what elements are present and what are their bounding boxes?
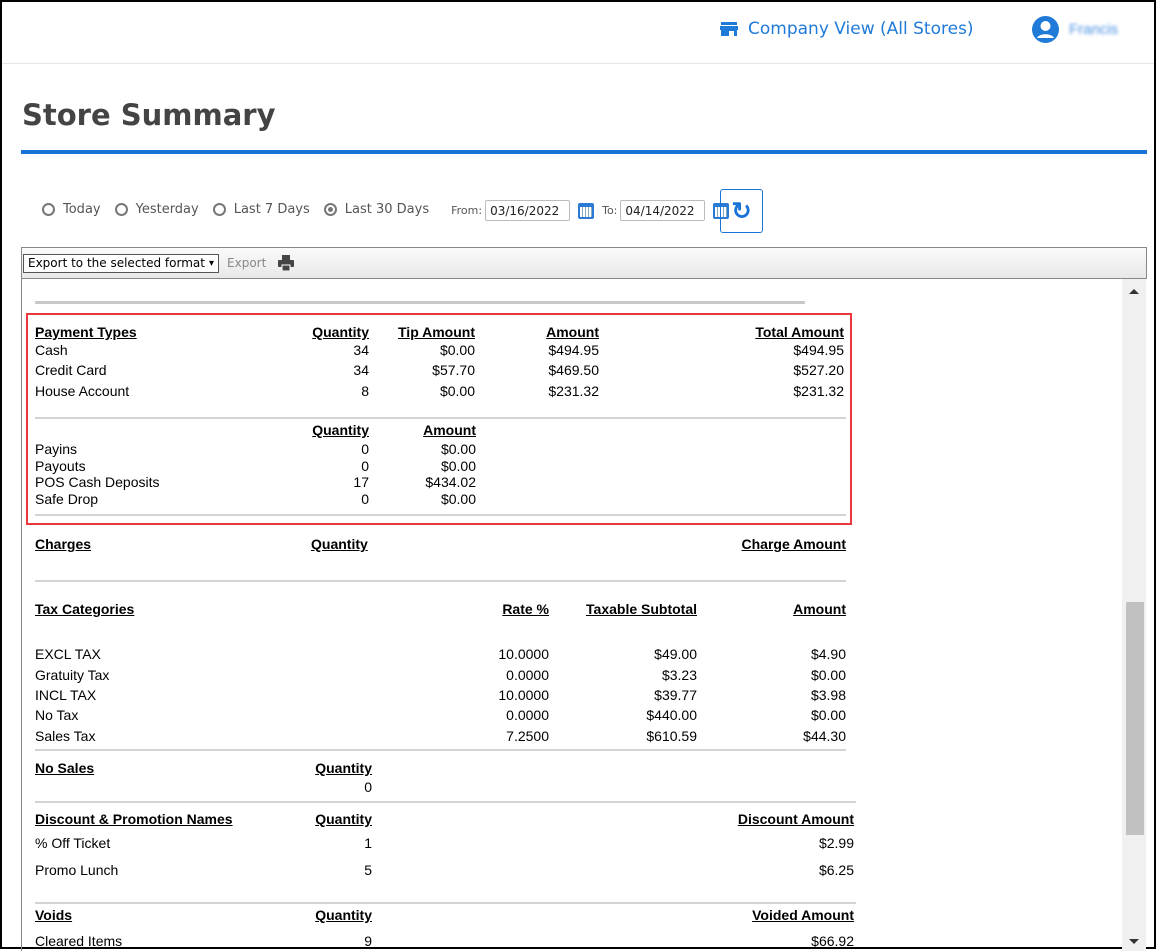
row-label: No Tax bbox=[35, 707, 79, 723]
row-value: $0.00 bbox=[810, 707, 846, 723]
row-value: $44.30 bbox=[803, 728, 846, 744]
row-value: $4.90 bbox=[810, 646, 846, 662]
title-divider bbox=[21, 150, 1147, 154]
row-value: $440.00 bbox=[646, 707, 697, 723]
column-header: Amount bbox=[793, 601, 846, 617]
refresh-button[interactable]: ↻ bbox=[720, 189, 763, 233]
page-title: Store Summary bbox=[22, 98, 276, 132]
row-value: $66.92 bbox=[811, 933, 854, 949]
radio-today[interactable]: Today bbox=[42, 202, 101, 217]
radio-button-icon bbox=[42, 202, 55, 216]
row-value: 7.2500 bbox=[506, 728, 549, 744]
store-icon bbox=[720, 22, 738, 36]
from-date-input[interactable] bbox=[485, 200, 571, 221]
column-header: Discount Amount bbox=[737, 811, 854, 827]
row-value: 0.0000 bbox=[506, 667, 549, 683]
column-header: Quantity bbox=[315, 811, 372, 827]
column-header: Quantity bbox=[315, 907, 372, 923]
radio-label: Today bbox=[63, 201, 101, 217]
radio-label: Last 30 Days bbox=[344, 201, 430, 217]
row-label: % Off Ticket bbox=[35, 835, 111, 851]
row-value: $49.00 bbox=[654, 646, 697, 662]
print-icon[interactable] bbox=[278, 255, 295, 271]
row-value: 1 bbox=[364, 835, 372, 851]
user-menu[interactable]: Francis bbox=[1032, 16, 1118, 43]
from-label: From: bbox=[451, 204, 483, 217]
section-divider bbox=[35, 580, 846, 582]
export-format-value: Export to the selected format bbox=[28, 256, 205, 270]
row-label: Promo Lunch bbox=[35, 862, 119, 878]
section-divider bbox=[35, 902, 856, 904]
column-header: No Sales bbox=[35, 760, 95, 776]
radio-button-icon bbox=[212, 202, 226, 216]
radio-button-icon bbox=[114, 202, 128, 216]
row-value: 10.0000 bbox=[498, 646, 549, 662]
scrollbar-thumb[interactable] bbox=[1126, 602, 1144, 835]
row-label: INCL TAX bbox=[35, 687, 97, 703]
row-value: 5 bbox=[364, 862, 372, 878]
export-button[interactable]: Export bbox=[227, 256, 266, 270]
report-toolbar: Export to the selected format ▾ Export bbox=[21, 247, 1147, 279]
row-value: $2.99 bbox=[818, 835, 854, 851]
column-header: Charge Amount bbox=[741, 536, 846, 552]
row-label: Sales Tax bbox=[35, 728, 96, 744]
row-value: 10.0000 bbox=[498, 687, 549, 703]
column-header: Quantity bbox=[315, 760, 372, 776]
row-value: $3.98 bbox=[810, 687, 846, 703]
row-value: $6.25 bbox=[818, 862, 854, 878]
row-label: Cleared Items bbox=[35, 933, 123, 949]
column-header: Voids bbox=[35, 907, 73, 923]
column-header: Tax Categories bbox=[35, 601, 135, 617]
calendar-icon[interactable] bbox=[578, 202, 595, 219]
top-nav bbox=[2, 2, 1154, 64]
radio-button-icon bbox=[323, 202, 337, 216]
scroll-down-icon[interactable] bbox=[1129, 939, 1139, 944]
radio-label: Last 7 Days bbox=[233, 201, 310, 217]
to-date-input[interactable] bbox=[620, 200, 706, 221]
refresh-icon: ↻ bbox=[731, 197, 752, 225]
date-filters: Today Yesterday Last 7 Days Last 30 Days Fr… bbox=[42, 200, 737, 221]
report-top-rule bbox=[35, 301, 805, 304]
row-label: EXCL TAX bbox=[35, 646, 101, 662]
row-value: $39.77 bbox=[654, 687, 697, 703]
company-view-label: Company View (All Stores) bbox=[748, 19, 974, 39]
user-name: Francis bbox=[1069, 21, 1119, 38]
row-value: 0.0000 bbox=[506, 707, 549, 723]
row-value: $3.23 bbox=[661, 667, 697, 683]
highlight-box bbox=[26, 313, 852, 525]
scroll-up-icon[interactable] bbox=[1129, 289, 1139, 294]
to-label: To: bbox=[602, 204, 618, 217]
radio-label: Yesterday bbox=[135, 201, 199, 217]
column-header: Voided Amount bbox=[752, 907, 854, 923]
date-range-radios: Today Yesterday Last 7 Days Last 30 Days bbox=[42, 202, 443, 220]
column-header: Taxable Subtotal bbox=[586, 601, 697, 617]
company-view-link[interactable]: Company View (All Stores) bbox=[720, 19, 974, 39]
row-value: 9 bbox=[364, 933, 372, 949]
row-label: Gratuity Tax bbox=[35, 667, 110, 683]
user-avatar-icon bbox=[1032, 16, 1059, 43]
radio-yesterday[interactable]: Yesterday bbox=[114, 201, 199, 217]
row-value: $0.00 bbox=[810, 667, 846, 683]
radio-last-30-days[interactable]: Last 30 Days bbox=[323, 201, 430, 217]
column-header: Discount & Promotion Names bbox=[35, 811, 233, 827]
column-header: Quantity bbox=[311, 536, 368, 552]
section-divider bbox=[35, 749, 846, 751]
chevron-down-icon: ▾ bbox=[208, 257, 215, 269]
row-value: 0 bbox=[364, 779, 372, 795]
section-divider bbox=[35, 801, 856, 803]
radio-last-7-days[interactable]: Last 7 Days bbox=[212, 201, 310, 217]
column-header: Rate % bbox=[502, 601, 549, 617]
row-value: $610.59 bbox=[646, 728, 697, 744]
column-header: Charges bbox=[35, 536, 92, 552]
export-format-select[interactable]: Export to the selected format ▾ bbox=[23, 253, 220, 273]
